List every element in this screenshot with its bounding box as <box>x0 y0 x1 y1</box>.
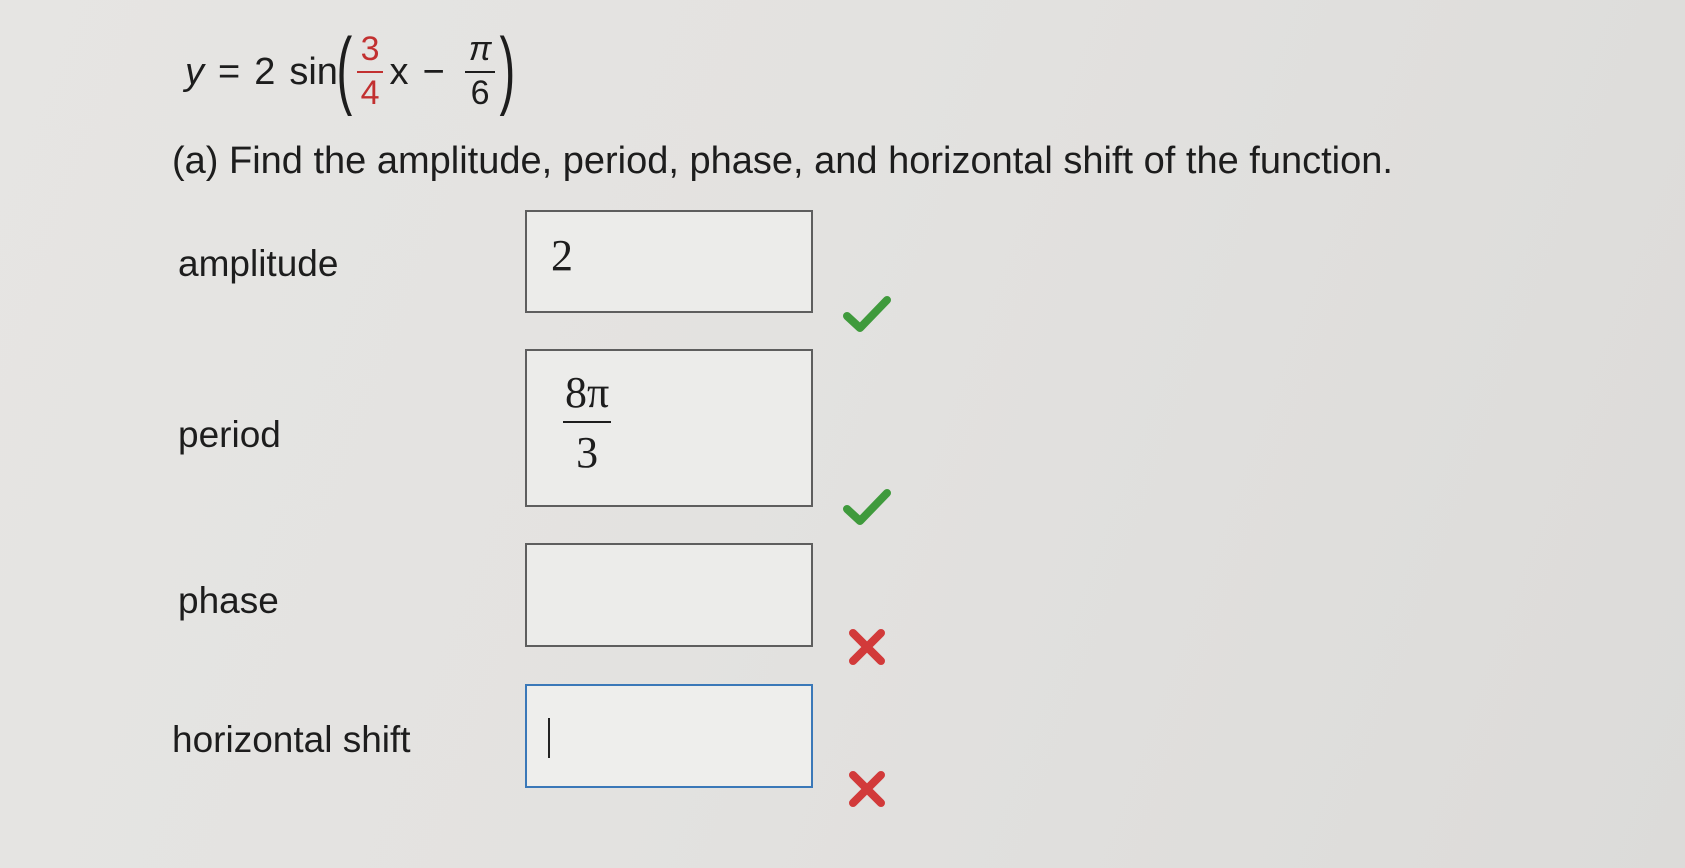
equation-equals: = <box>218 50 241 93</box>
fraction-2-denominator: 6 <box>464 71 496 112</box>
horizontal-shift-input[interactable] <box>525 684 813 788</box>
amplitude-value: 2 <box>551 231 573 280</box>
function-equation: y = 2 sin ( 3 4 x − π 6 ) <box>185 21 516 122</box>
left-paren: ( <box>336 21 353 117</box>
question-page: y = 2 sin ( 3 4 x − π 6 ) (a) Find the a… <box>0 0 1685 868</box>
equation-fraction-2: π 6 <box>464 30 496 112</box>
period-value-numerator: 8π <box>565 368 610 417</box>
fraction-1-denominator: 4 <box>356 71 384 112</box>
period-correct-check-icon <box>843 489 891 525</box>
period-value-fraction: 8π 3 <box>563 368 612 475</box>
period-value-denominator: 3 <box>563 421 612 475</box>
phase-incorrect-x-icon <box>849 629 885 665</box>
text-cursor <box>548 718 550 758</box>
period-label: period <box>178 414 281 455</box>
equation-fraction-1: 3 4 <box>356 30 384 112</box>
equation-coefficient: 2 <box>254 50 276 93</box>
fraction-1-numerator: 3 <box>360 30 380 69</box>
amplitude-label: amplitude <box>178 243 339 284</box>
equation-x: x <box>389 50 409 93</box>
question-prompt: (a) Find the amplitude, period, phase, a… <box>172 140 1393 182</box>
amplitude-correct-check-icon <box>843 296 891 332</box>
period-input[interactable]: 8π 3 <box>525 349 813 507</box>
fraction-2-numerator: π <box>468 30 492 69</box>
equation-function: sin <box>289 50 338 93</box>
phase-input[interactable] <box>525 543 813 647</box>
right-paren: ) <box>499 21 516 117</box>
equation-lhs: y <box>185 50 204 93</box>
horizontal-shift-label: horizontal shift <box>172 719 411 760</box>
horizontal-shift-incorrect-x-icon <box>849 771 885 807</box>
equation-minus: − <box>422 50 445 93</box>
amplitude-input[interactable]: 2 <box>525 210 813 313</box>
phase-label: phase <box>178 580 279 621</box>
